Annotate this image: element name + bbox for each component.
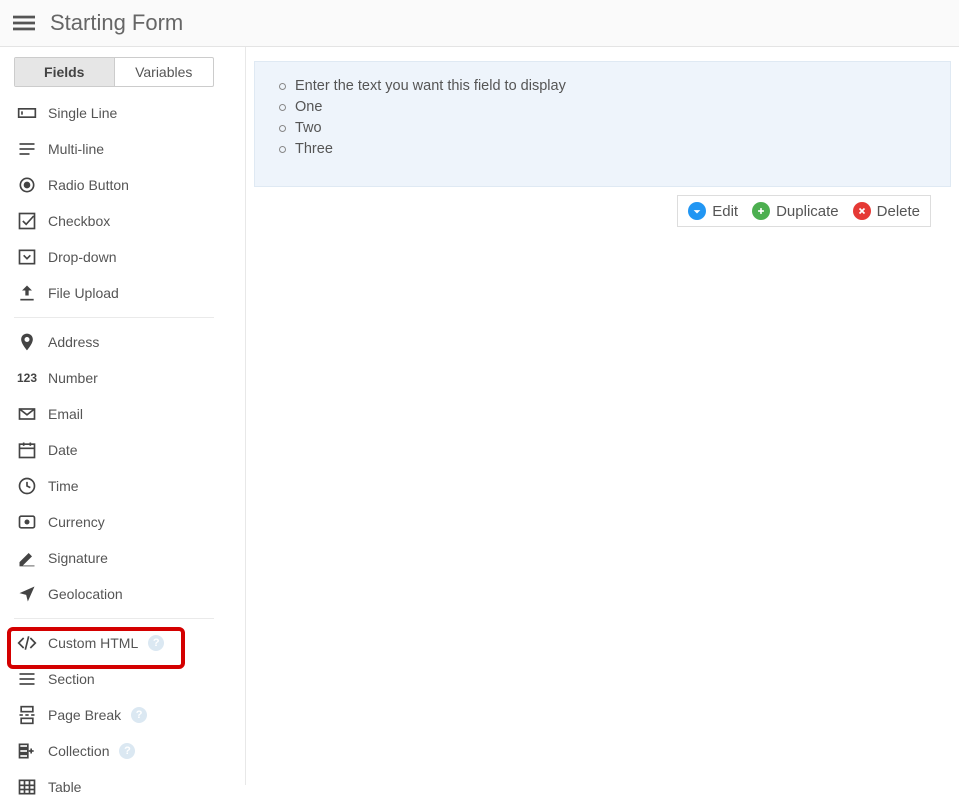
field-label: Custom HTML xyxy=(48,635,138,651)
email-icon xyxy=(16,403,38,425)
field-date[interactable]: Date xyxy=(14,432,231,468)
field-label: Signature xyxy=(48,550,108,566)
field-label: Page Break xyxy=(48,707,121,723)
field-time[interactable]: Time xyxy=(14,468,231,504)
field-label: Section xyxy=(48,671,95,687)
field-file-upload[interactable]: File Upload xyxy=(14,275,231,311)
plus-icon xyxy=(752,202,770,220)
code-icon xyxy=(16,632,38,654)
number-icon: 123 xyxy=(16,367,38,389)
table-icon xyxy=(16,776,38,798)
field-label: Time xyxy=(48,478,79,494)
action-label: Edit xyxy=(712,203,738,220)
page-title: Starting Form xyxy=(50,10,183,36)
field-number[interactable]: 123 Number xyxy=(14,360,231,396)
field-custom-html[interactable]: Custom HTML ? xyxy=(14,625,231,661)
duplicate-button[interactable]: Duplicate xyxy=(752,202,839,220)
field-multi-line[interactable]: Multi-line xyxy=(14,131,231,167)
field-label: Drop-down xyxy=(48,249,116,265)
field-label: Multi-line xyxy=(48,141,104,157)
field-checkbox[interactable]: Checkbox xyxy=(14,203,231,239)
delete-button[interactable]: Delete xyxy=(853,202,920,220)
field-action-bar: Edit Duplicate Delete xyxy=(677,195,931,227)
multi-line-icon xyxy=(16,138,38,160)
clock-icon xyxy=(16,475,38,497)
help-icon[interactable]: ? xyxy=(148,635,164,651)
custom-html-field-block[interactable]: Enter the text you want this field to di… xyxy=(254,61,951,187)
field-label: Geolocation xyxy=(48,586,123,602)
separator xyxy=(14,618,214,619)
field-label: Address xyxy=(48,334,99,350)
section-icon xyxy=(16,668,38,690)
field-label: Email xyxy=(48,406,83,422)
checkbox-icon xyxy=(16,210,38,232)
action-label: Duplicate xyxy=(776,203,839,220)
field-single-line[interactable]: Single Line xyxy=(14,95,231,131)
field-content-list: Enter the text you want this field to di… xyxy=(273,76,932,160)
pencil-icon xyxy=(16,547,38,569)
field-list: Single Line Multi-line Radio Button Chec… xyxy=(14,95,231,805)
content-line: Two xyxy=(273,118,932,139)
content-line: Enter the text you want this field to di… xyxy=(273,76,932,97)
close-icon xyxy=(853,202,871,220)
canvas: Enter the text you want this field to di… xyxy=(246,47,959,785)
help-icon[interactable]: ? xyxy=(119,743,135,759)
content-line: Three xyxy=(273,139,932,160)
topbar: Starting Form xyxy=(0,0,959,47)
field-label: Collection xyxy=(48,743,109,759)
field-table[interactable]: Table xyxy=(14,769,231,805)
field-section[interactable]: Section xyxy=(14,661,231,697)
action-label: Delete xyxy=(877,203,920,220)
field-address[interactable]: Address xyxy=(14,324,231,360)
help-icon[interactable]: ? xyxy=(131,707,147,723)
tab-variables[interactable]: Variables xyxy=(114,58,214,86)
collection-icon xyxy=(16,740,38,762)
sidebar-tabs: Fields Variables xyxy=(14,57,214,87)
field-label: Checkbox xyxy=(48,213,110,229)
field-label: Number xyxy=(48,370,98,386)
radio-icon xyxy=(16,174,38,196)
separator xyxy=(14,317,214,318)
content-line: One xyxy=(273,97,932,118)
dropdown-icon xyxy=(16,246,38,268)
field-label: Table xyxy=(48,779,81,795)
edit-button[interactable]: Edit xyxy=(688,202,738,220)
field-currency[interactable]: Currency xyxy=(14,504,231,540)
sidebar: Fields Variables Single Line Multi-line … xyxy=(0,47,246,785)
field-label: File Upload xyxy=(48,285,119,301)
upload-icon xyxy=(16,282,38,304)
field-label: Currency xyxy=(48,514,105,530)
arrow-down-icon xyxy=(688,202,706,220)
tab-fields[interactable]: Fields xyxy=(15,58,114,86)
field-radio-button[interactable]: Radio Button xyxy=(14,167,231,203)
page-break-icon xyxy=(16,704,38,726)
field-drop-down[interactable]: Drop-down xyxy=(14,239,231,275)
field-label: Single Line xyxy=(48,105,117,121)
field-geolocation[interactable]: Geolocation xyxy=(14,576,231,612)
pin-icon xyxy=(16,331,38,353)
currency-icon xyxy=(16,511,38,533)
field-email[interactable]: Email xyxy=(14,396,231,432)
field-label: Date xyxy=(48,442,78,458)
calendar-icon xyxy=(16,439,38,461)
hamburger-icon[interactable] xyxy=(12,11,36,35)
field-label: Radio Button xyxy=(48,177,129,193)
field-collection[interactable]: Collection ? xyxy=(14,733,231,769)
field-page-break[interactable]: Page Break ? xyxy=(14,697,231,733)
field-signature[interactable]: Signature xyxy=(14,540,231,576)
location-arrow-icon xyxy=(16,583,38,605)
single-line-icon xyxy=(16,102,38,124)
